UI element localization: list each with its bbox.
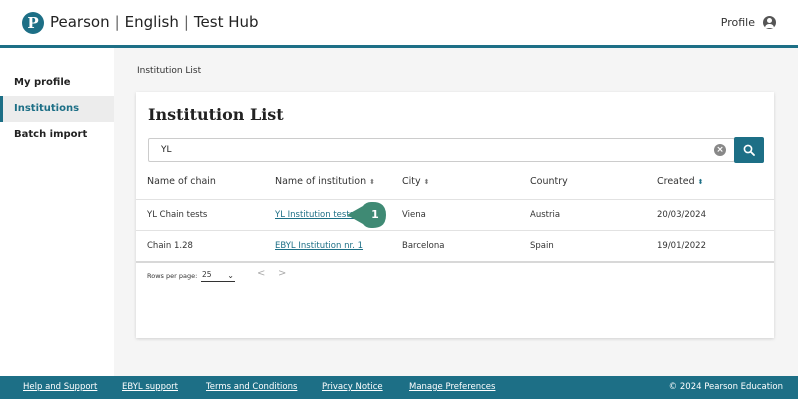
column-header-label: Name of chain	[147, 176, 216, 187]
brand-separator: |	[183, 13, 189, 31]
cell-created: 20/03/2024	[657, 210, 706, 220]
divider	[136, 261, 774, 263]
footer: Help and Support EBYL support Terms and …	[0, 376, 798, 399]
institution-link[interactable]: EBYL Institution nr. 1	[275, 241, 363, 251]
column-header-chain: Name of chain	[147, 176, 216, 187]
app-header: P Pearson | English | Test Hub Profile	[0, 0, 798, 48]
main-content: Institution List Institution List YL × N…	[114, 48, 798, 376]
brand-product: English	[124, 13, 179, 31]
cell-chain: Chain 1.28	[147, 241, 193, 251]
step-callout-badge: 1	[347, 202, 386, 228]
footer-link-help[interactable]: Help and Support	[23, 382, 97, 392]
column-header-label[interactable]: Created	[657, 176, 695, 187]
institution-link[interactable]: YL Institution tests	[275, 210, 354, 220]
search-icon	[743, 144, 755, 156]
sort-icon[interactable]: ⬍	[424, 178, 430, 186]
column-header-country: Country	[530, 176, 568, 187]
column-header-institution[interactable]: Name of institution ⬍	[275, 176, 375, 187]
rows-per-page-select[interactable]: 25 ⌄	[201, 268, 235, 282]
brand-separator: |	[114, 13, 120, 31]
sidebar-item-institutions[interactable]: Institutions	[0, 96, 114, 122]
footer-link-terms[interactable]: Terms and Conditions	[206, 382, 297, 392]
column-header-city[interactable]: City ⬍	[402, 176, 430, 187]
footer-link-preferences[interactable]: Manage Preferences	[409, 382, 495, 392]
pearson-logo-icon[interactable]: P	[22, 12, 44, 34]
profile-label[interactable]: Profile	[721, 16, 755, 29]
profile-menu[interactable]: Profile	[721, 16, 776, 29]
copyright-text: © 2024 Pearson Education	[668, 382, 783, 392]
sidebar-item-my-profile[interactable]: My profile	[0, 70, 114, 96]
chevron-down-icon[interactable]: ⌄	[227, 269, 234, 282]
divider	[136, 230, 774, 231]
next-page-button[interactable]: >	[278, 268, 286, 279]
brand-name: Pearson	[50, 13, 110, 31]
app-title: Pearson | English | Test Hub	[50, 13, 259, 31]
cell-chain: YL Chain tests	[147, 210, 208, 220]
institution-list-card: Institution List YL × Name of chain Name…	[136, 92, 774, 338]
sidebar-item-batch-import[interactable]: Batch import	[0, 122, 114, 148]
divider	[136, 199, 774, 200]
cell-country: Spain	[530, 241, 554, 251]
page-title: Institution List	[148, 105, 284, 124]
previous-page-button[interactable]: <	[257, 268, 265, 279]
column-header-label[interactable]: Name of institution	[275, 176, 366, 187]
cell-country: Austria	[530, 210, 561, 220]
cell-created: 19/01/2022	[657, 241, 706, 251]
sort-desc-icon[interactable]: ⬍	[698, 178, 704, 186]
footer-link-privacy[interactable]: Privacy Notice	[322, 382, 383, 392]
rows-per-page-label: Rows per page:	[147, 272, 198, 280]
rows-per-page-value[interactable]: 25	[202, 270, 212, 279]
cell-city: Viena	[402, 210, 426, 220]
search-button[interactable]	[734, 137, 764, 163]
column-header-label[interactable]: City	[402, 176, 421, 187]
search-input[interactable]: YL ×	[148, 138, 735, 162]
search-input-value[interactable]: YL	[161, 145, 172, 155]
column-header-created[interactable]: Created ⬍	[657, 176, 703, 187]
clear-icon[interactable]: ×	[714, 144, 726, 156]
footer-link-ebyl-support[interactable]: EBYL support	[122, 382, 178, 392]
callout-number: 1	[371, 208, 379, 221]
sidebar: My profile Institutions Batch import	[0, 48, 114, 376]
breadcrumb: Institution List	[137, 66, 202, 76]
user-avatar-icon[interactable]	[763, 16, 776, 29]
column-header-label: Country	[530, 176, 568, 187]
cell-city: Barcelona	[402, 241, 445, 251]
brand-app: Test Hub	[193, 13, 259, 31]
sort-icon[interactable]: ⬍	[369, 178, 375, 186]
